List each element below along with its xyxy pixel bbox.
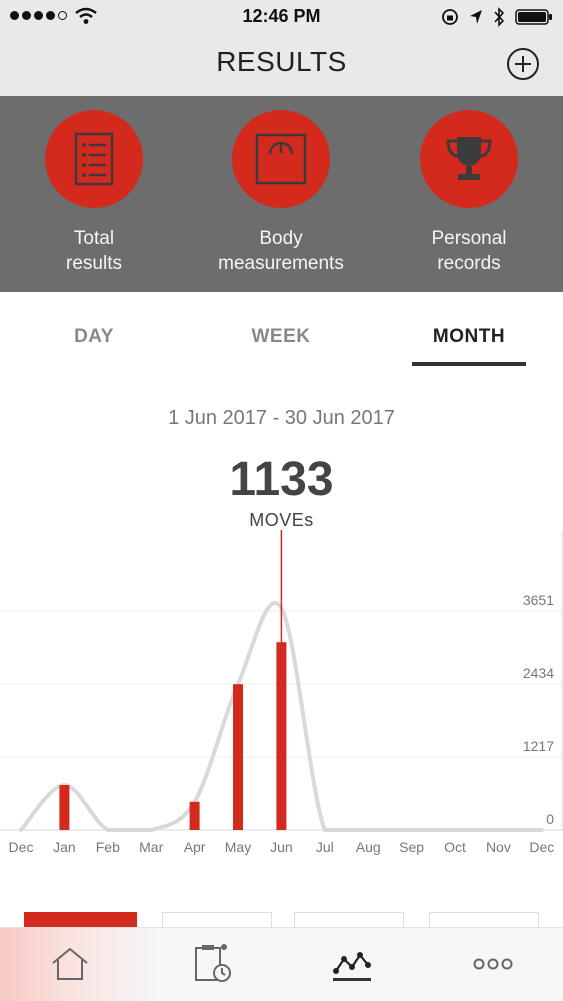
nav-workout[interactable]: [188, 942, 236, 986]
rotation-lock-icon: [442, 9, 458, 25]
more-icon: [473, 958, 513, 970]
bar: [189, 801, 200, 830]
category-label: Body measurements: [218, 228, 344, 274]
add-button[interactable]: [503, 44, 543, 84]
active-nav-indicator: [333, 978, 371, 981]
x-tick-label: Dec: [529, 839, 554, 855]
x-tick-label: Jan: [53, 839, 76, 855]
category-label: Total results: [66, 228, 122, 274]
results-graph-icon: [333, 952, 371, 974]
scale-icon: [255, 133, 307, 185]
results-categories: Total results Body measurements Personal…: [0, 96, 563, 292]
x-tick-label: May: [225, 839, 251, 855]
y-tick-label: 0: [546, 811, 554, 827]
total-results-button[interactable]: Total results: [0, 110, 188, 276]
active-tab-indicator: [412, 362, 526, 366]
tab-month[interactable]: MONTH: [394, 326, 544, 348]
location-icon: [470, 10, 482, 24]
x-tick-label: Apr: [184, 839, 206, 855]
x-tick-label: Feb: [96, 839, 120, 855]
app-header: RESULTS: [0, 36, 563, 96]
x-tick-label: Aug: [356, 839, 381, 855]
personal-records-button[interactable]: Personal records: [375, 110, 563, 276]
category-label: Personal records: [431, 228, 507, 274]
y-tick-label: 3651: [523, 592, 554, 608]
body-measurements-button[interactable]: Body measurements: [187, 110, 375, 276]
page-title: RESULTS: [216, 46, 347, 77]
nav-more[interactable]: [469, 942, 517, 986]
list-icon: [74, 132, 114, 186]
x-tick-label: Nov: [486, 839, 511, 855]
y-tick-label: 2434: [523, 665, 554, 681]
moves-unit: MOVEs: [249, 510, 314, 530]
trophy-icon: [446, 137, 492, 180]
moves-total: 1133: [229, 453, 334, 506]
nav-home[interactable]: [46, 942, 94, 986]
home-icon: [52, 947, 88, 980]
battery-icon: [515, 9, 552, 25]
x-tick-label: Jun: [270, 839, 293, 855]
x-tick-label: Mar: [139, 839, 163, 855]
status-bar: 12:46 PM: [0, 0, 563, 36]
bottom-nav: [0, 927, 563, 1001]
x-tick-label: Oct: [444, 839, 466, 855]
bar: [276, 642, 287, 830]
bar: [59, 785, 70, 830]
date-range: 1 Jun 2017 - 30 Jun 2017: [168, 407, 395, 429]
x-tick-label: Dec: [9, 839, 34, 855]
x-tick-label: Sep: [399, 839, 424, 855]
y-tick-label: 1217: [523, 738, 554, 754]
bluetooth-icon: [494, 7, 505, 27]
x-tick-label: Jul: [316, 839, 334, 855]
tab-week[interactable]: WEEK: [206, 326, 356, 348]
workout-timer-icon: [195, 944, 231, 982]
moves-chart[interactable]: 3651 2434 1217 0 Dec Jan Feb Mar Apr May Jun Jul Aug…: [0, 530, 563, 860]
tab-day[interactable]: DAY: [19, 326, 169, 348]
bar: [233, 684, 243, 830]
